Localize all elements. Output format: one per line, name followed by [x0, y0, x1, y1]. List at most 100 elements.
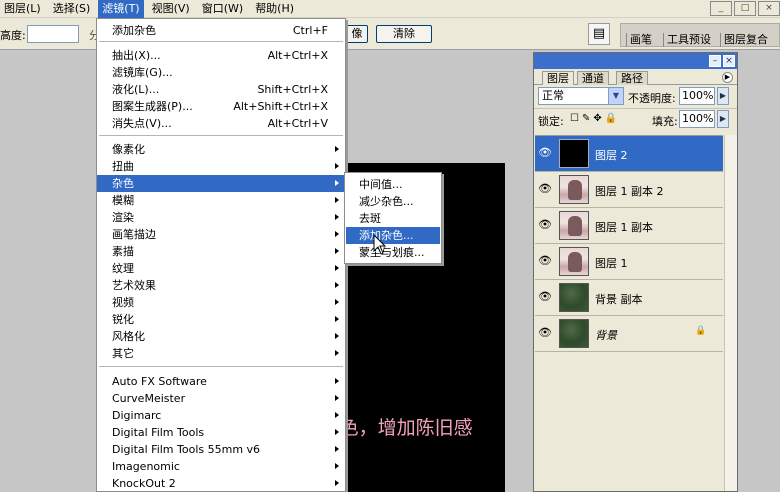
- menu-item-last-filter[interactable]: 添加杂色 Ctrl+F: [97, 22, 345, 39]
- menu-item-render[interactable]: 渲染: [97, 209, 345, 226]
- panel-tabs: 图层 通道 路径 ▶: [534, 69, 737, 85]
- submenu-item-despeckle[interactable]: 去斑: [346, 210, 440, 227]
- opacity-input[interactable]: 100%: [679, 87, 715, 105]
- menu-layer[interactable]: 图层(L): [0, 0, 45, 18]
- menu-item-video[interactable]: 视频: [97, 294, 345, 311]
- tab-channels[interactable]: 通道: [577, 71, 609, 85]
- submenu-arrow-icon: [335, 350, 339, 356]
- submenu-arrow-icon: [335, 446, 339, 452]
- menu-item-distort[interactable]: 扭曲: [97, 158, 345, 175]
- panel-minimize-button[interactable]: –: [709, 55, 721, 67]
- menu-window[interactable]: 窗口(W): [198, 0, 247, 18]
- layer-row[interactable]: 👁 背景 🔒: [535, 316, 723, 352]
- eye-icon[interactable]: 👁: [538, 146, 552, 160]
- submenu-arrow-icon: [335, 463, 339, 469]
- menu-item-label: 画笔描边: [112, 228, 156, 241]
- menu-item-vanishing-point[interactable]: 消失点(V)... Alt+Ctrl+V: [97, 115, 345, 132]
- submenu-arrow-icon: [335, 163, 339, 169]
- eye-icon[interactable]: 👁: [538, 290, 552, 304]
- opacity-slider-toggle[interactable]: ▶: [717, 87, 729, 105]
- filter-menu: 添加杂色 Ctrl+F 抽出(X)... Alt+Ctrl+X 滤镜库(G)..…: [96, 18, 346, 492]
- clear-button[interactable]: 清除: [376, 25, 432, 43]
- menu-item-brush-strokes[interactable]: 画笔描边: [97, 226, 345, 243]
- menu-item-shortcut: Shift+Ctrl+X: [257, 83, 328, 96]
- menu-item-label: 抽出(X)...: [112, 49, 161, 62]
- submenu-item-reduce-noise[interactable]: 减少杂色...: [346, 193, 440, 210]
- chevron-down-icon: ▼: [608, 88, 623, 104]
- menu-item-liquify[interactable]: 液化(L)... Shift+Ctrl+X: [97, 81, 345, 98]
- menu-item-plugin[interactable]: Digimarc: [97, 407, 345, 424]
- submenu-arrow-icon: [335, 231, 339, 237]
- layer-row[interactable]: 👁 图层 1: [535, 244, 723, 280]
- layers-panel: – × 图层 通道 路径 ▶ 正常 ▼ 不透明度: 100% ▶ 锁定: ☐✎✥…: [533, 52, 738, 492]
- layer-row[interactable]: 👁 背景 副本: [535, 280, 723, 316]
- menu-item-plugin[interactable]: KnockOut 2: [97, 475, 345, 491]
- portrait-figure: [568, 216, 582, 236]
- menu-item-plugin[interactable]: Digital Film Tools: [97, 424, 345, 441]
- menu-item-artistic[interactable]: 艺术效果: [97, 277, 345, 294]
- well-tab-brushes[interactable]: 画笔: [626, 33, 652, 47]
- menu-item-label: 锐化: [112, 313, 134, 326]
- eye-icon[interactable]: 👁: [538, 254, 552, 268]
- layer-row[interactable]: 👁 图层 2: [535, 136, 723, 172]
- menu-item-plugin[interactable]: Imagenomic: [97, 458, 345, 475]
- submenu-arrow-icon: [335, 146, 339, 152]
- menu-item-sharpen[interactable]: 锐化: [97, 311, 345, 328]
- opacity-label: 不透明度:: [628, 92, 676, 105]
- submenu-item-median[interactable]: 中间值...: [346, 176, 440, 193]
- layers-scrollbar[interactable]: [724, 135, 737, 491]
- menu-item-plugin[interactable]: CurveMeister: [97, 390, 345, 407]
- tab-layers[interactable]: 图层: [542, 71, 574, 85]
- menu-item-label: 纹理: [112, 262, 134, 275]
- menu-item-noise[interactable]: 杂色: [97, 175, 345, 192]
- panel-menu-icon[interactable]: ▶: [722, 72, 733, 83]
- submenu-item-dust-scratches[interactable]: 蒙尘与划痕...: [346, 244, 440, 261]
- menu-item-sketch[interactable]: 素描: [97, 243, 345, 260]
- menu-item-extract[interactable]: 抽出(X)... Alt+Ctrl+X: [97, 47, 345, 64]
- menu-item-texture[interactable]: 纹理: [97, 260, 345, 277]
- height-input[interactable]: [27, 25, 79, 43]
- layer-thumbnail: [559, 247, 589, 276]
- eye-icon[interactable]: 👁: [538, 326, 552, 340]
- mouse-cursor-icon: [373, 234, 387, 255]
- panel-close-button[interactable]: ×: [723, 55, 735, 67]
- menu-item-plugin[interactable]: Digital Film Tools 55mm v6: [97, 441, 345, 458]
- lock-icon: 🔒: [695, 326, 707, 336]
- menu-item-other[interactable]: 其它: [97, 345, 345, 362]
- menu-item-blur[interactable]: 模糊: [97, 192, 345, 209]
- menu-item-pixelate[interactable]: 像素化: [97, 141, 345, 158]
- submenu-arrow-icon: [335, 412, 339, 418]
- menu-help[interactable]: 帮助(H): [251, 0, 298, 18]
- menu-item-label: 风格化: [112, 330, 145, 343]
- menu-filter[interactable]: 滤镜(T): [98, 0, 144, 18]
- menu-select[interactable]: 选择(S): [49, 0, 95, 18]
- menu-item-stylize[interactable]: 风格化: [97, 328, 345, 345]
- submenu-arrow-icon: [335, 333, 339, 339]
- minimize-button[interactable]: _: [710, 1, 732, 16]
- menu-item-plugin[interactable]: Auto FX Software: [97, 373, 345, 390]
- palette-toggle-icon[interactable]: ▤: [588, 23, 610, 45]
- image-button[interactable]: 像: [346, 25, 368, 43]
- menu-item-label: 液化(L)...: [112, 83, 160, 96]
- well-tab-tool-presets[interactable]: 工具预设: [663, 33, 711, 47]
- eye-icon[interactable]: 👁: [538, 182, 552, 196]
- menu-item-filter-gallery[interactable]: 滤镜库(G)...: [97, 64, 345, 81]
- menu-separator: [99, 41, 343, 42]
- close-button[interactable]: ×: [758, 1, 780, 16]
- menu-item-label: 杂色: [112, 177, 134, 190]
- blend-mode-select[interactable]: 正常 ▼: [538, 87, 624, 105]
- layer-row[interactable]: 👁 图层 1 副本 2: [535, 172, 723, 208]
- menu-item-pattern-maker[interactable]: 图案生成器(P)... Alt+Shift+Ctrl+X: [97, 98, 345, 115]
- lock-options-icon[interactable]: ☐✎✥🔒: [570, 113, 620, 124]
- menu-item-shortcut: Alt+Ctrl+V: [267, 117, 328, 130]
- submenu-item-add-noise[interactable]: 添加杂色...: [346, 227, 440, 244]
- submenu-arrow-icon: [335, 299, 339, 305]
- eye-icon[interactable]: 👁: [538, 218, 552, 232]
- well-tab-layer-comps[interactable]: 图层复合: [720, 33, 768, 47]
- menu-view[interactable]: 视图(V): [148, 0, 194, 18]
- fill-input[interactable]: 100%: [679, 110, 715, 128]
- layer-row[interactable]: 👁 图层 1 副本: [535, 208, 723, 244]
- tab-paths[interactable]: 路径: [616, 71, 648, 85]
- maximize-button[interactable]: □: [734, 1, 756, 16]
- fill-slider-toggle[interactable]: ▶: [717, 110, 729, 128]
